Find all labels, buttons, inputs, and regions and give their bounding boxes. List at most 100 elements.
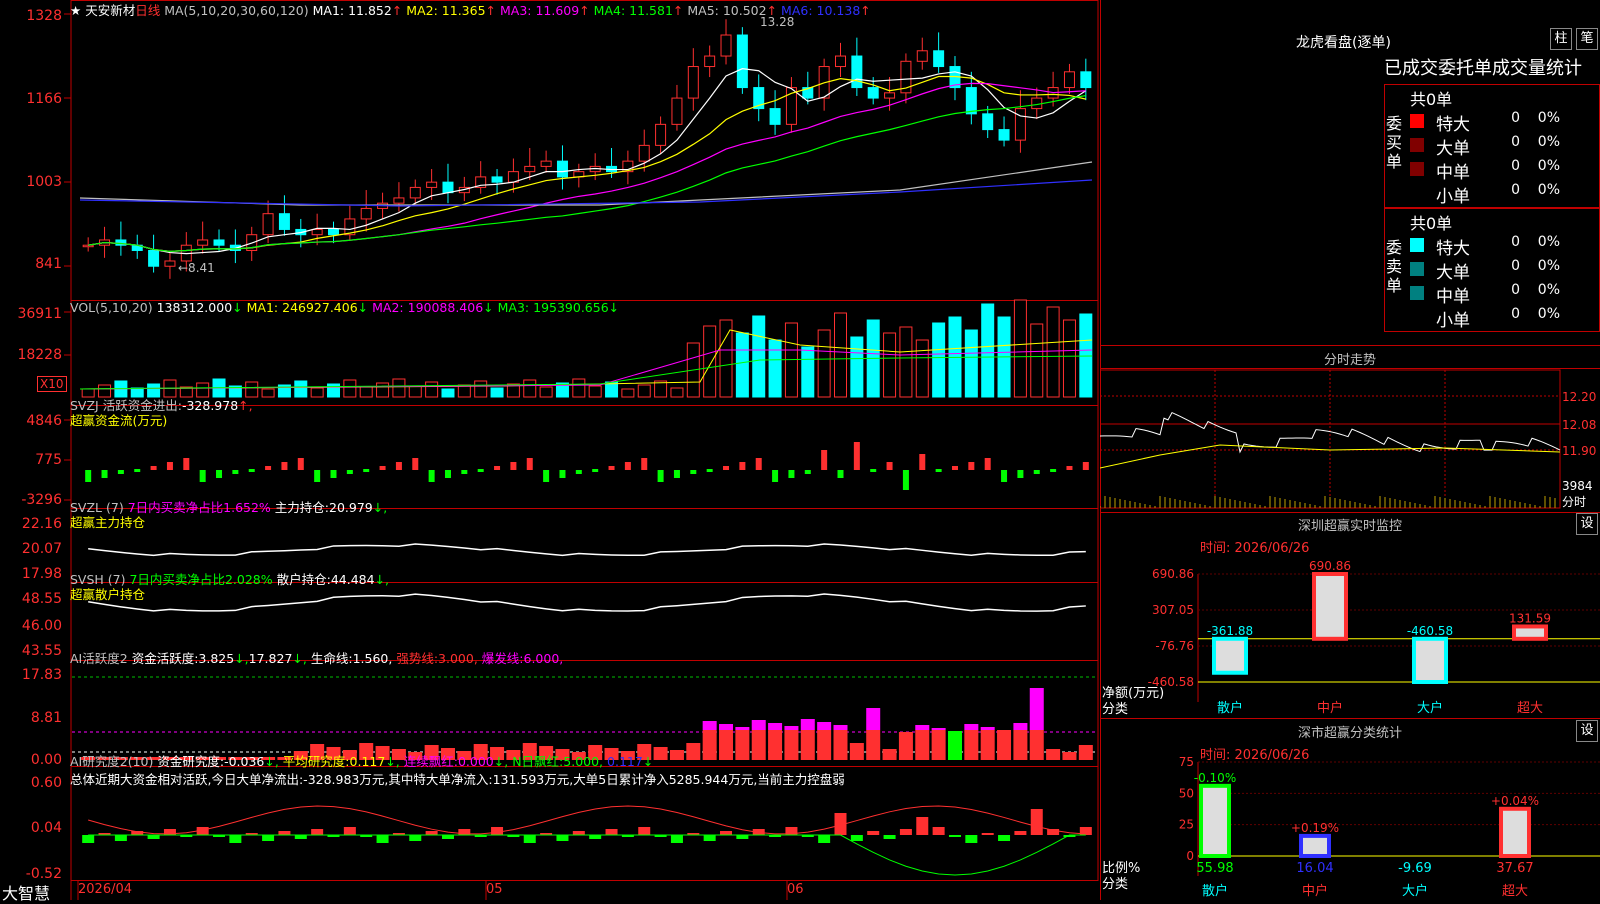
ai2-bar <box>932 827 945 835</box>
svzj-bar <box>117 470 124 474</box>
ai2-bar <box>605 829 618 835</box>
ai1-bar <box>915 730 930 760</box>
svzj-bar <box>444 470 451 478</box>
ai2-bar <box>899 829 912 835</box>
szc-ylabel-3: 0 <box>1186 849 1194 863</box>
volume-bar <box>621 388 635 398</box>
intraday-ylabel-0: 12.20 <box>1562 390 1596 404</box>
ai2-avg-text: 平均研究度: <box>282 754 350 769</box>
ai1-bar <box>997 730 1012 760</box>
ma20-line <box>88 82 1086 252</box>
volume-bar <box>572 378 586 398</box>
svzl-line <box>88 543 1086 557</box>
szm-ylabel-3: -460.58 <box>1148 675 1194 689</box>
szc-cat-2: 大户 <box>1402 883 1428 899</box>
ai2-nred-value: 5.000, <box>563 754 604 769</box>
ai2-bar <box>916 817 929 835</box>
candle-body <box>82 244 94 248</box>
candle-body <box>720 34 732 57</box>
ai1-burst-bar <box>768 723 783 730</box>
ai2-bar <box>229 835 242 843</box>
svzj-header: SVZJ 活跃资金进出:-328.978↑, 超赢资金流(万元) <box>70 398 253 428</box>
szc-ylabel-0: 75 <box>1179 755 1194 769</box>
candle-body <box>360 207 372 220</box>
ai1-bar <box>849 743 864 760</box>
szc-top-label-1: +0.19% <box>1291 821 1339 835</box>
stock-name[interactable]: 天安新材 <box>85 3 135 18</box>
svzj-bar <box>755 458 762 470</box>
volume-bar <box>964 329 978 398</box>
volume-bar <box>425 381 439 398</box>
svzj-bar <box>919 454 926 470</box>
candle-body <box>278 213 290 230</box>
svzj-ylabel-0: 4846 <box>26 413 62 429</box>
volume-bar <box>834 312 847 398</box>
szm-cat-0: 散户 <box>1217 700 1243 716</box>
ai2-bar <box>278 831 291 835</box>
svzj-bar <box>837 470 844 478</box>
price-label-1: 1166 <box>26 91 62 107</box>
svsh-subtitle: 超赢散户持仓 <box>70 587 146 602</box>
svzj-bar <box>428 470 435 482</box>
ma60-line <box>79 161 1093 206</box>
candle-body <box>1063 71 1075 89</box>
ai2-nred-text: N日飘红: <box>512 754 564 769</box>
ma-value-2: MA2: 11.365↑ <box>402 3 497 18</box>
szc-top-label-3: +0.04% <box>1491 794 1539 808</box>
ai2-bar <box>720 831 733 835</box>
candle-body <box>867 87 879 99</box>
ai1-bar <box>1078 745 1093 760</box>
volume-bar <box>245 381 259 398</box>
vol-value: 138312.000 <box>156 300 233 315</box>
svzj-text: 活跃资金进出: <box>102 398 182 413</box>
candle-body <box>998 129 1010 141</box>
ai1-burst-bar <box>784 726 799 730</box>
ai2-bar <box>1030 809 1043 835</box>
date-label: 2026/04 <box>78 882 133 897</box>
ai2-arrow: ↓, <box>264 754 279 769</box>
ai2-bar <box>850 835 863 841</box>
volume-bar <box>457 384 471 398</box>
ai1-burst-bar <box>735 727 750 730</box>
svzj-dash <box>870 469 877 472</box>
vol-ma-values: MA1: 246927.406↓ MA2: 190088.406↓ MA3: 1… <box>247 300 620 315</box>
vol-header: VOL(5,10,20) 138312.000↓ MA1: 246927.406… <box>70 300 619 315</box>
ai2-ylabel-1: 0.04 <box>30 820 62 836</box>
ai1-bar <box>1029 730 1044 760</box>
volume-bar <box>539 386 553 398</box>
svsh-ylabel-2: 43.55 <box>21 643 62 659</box>
svsh-ylabel-0: 48.55 <box>21 591 62 607</box>
ai2-bar <box>294 835 307 839</box>
ai2-red-arrow: ↓, <box>493 754 509 769</box>
volume-bar <box>310 387 324 398</box>
ai1-burst-bar <box>964 724 979 730</box>
ai2-red-text: 连续飘红: <box>403 754 458 769</box>
period-label[interactable]: 日线 <box>135 3 160 18</box>
volume-bar <box>981 303 995 398</box>
favorite-star-icon[interactable]: ★ <box>70 3 81 18</box>
ai2-bar <box>556 835 569 841</box>
ai1-ylabel-2: 0.00 <box>30 752 62 768</box>
svzj-bar <box>902 470 909 490</box>
svzj-bar <box>1033 470 1040 474</box>
svzj-bar <box>723 466 730 470</box>
ai1-bar <box>980 730 995 760</box>
svzj-bar <box>379 466 386 470</box>
svzj-bar <box>968 462 975 470</box>
ma10-line <box>88 75 1086 252</box>
svzj-bar <box>690 470 697 474</box>
ma-value-1: MA1: 11.852↑ <box>312 3 403 18</box>
szm-bar-label-0: -361.88 <box>1207 624 1253 638</box>
volume-bar <box>490 387 504 398</box>
svzj-bar <box>281 462 288 470</box>
ai1-burst-bar <box>1013 723 1028 730</box>
ai2-bar <box>867 831 880 835</box>
volume-bar <box>343 379 357 398</box>
svzj-bar <box>199 470 206 482</box>
svzj-subtitle: 超赢资金流(万元) <box>70 413 168 428</box>
ai2-bar <box>572 831 585 835</box>
svzj-bar <box>821 450 828 470</box>
right-charts: 12.2012.0811.903984分时690.86307.05-76.76-… <box>1100 369 1600 899</box>
ai2-bar <box>981 833 994 835</box>
ai1-bar <box>947 731 962 760</box>
